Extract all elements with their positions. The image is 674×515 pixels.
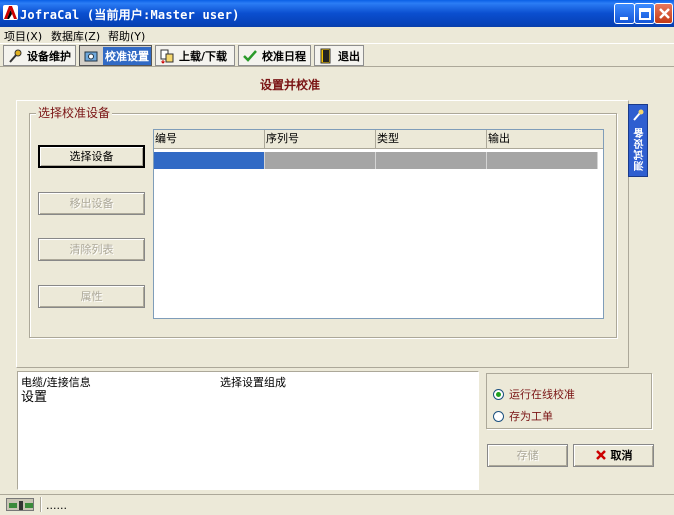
table-cell (265, 152, 376, 169)
radio-selected-icon (493, 388, 504, 400)
radio-unselected-icon (493, 410, 504, 422)
cancel-label: 取消 (610, 449, 633, 462)
toolbar-calibration-schedule-button[interactable]: 校准日程 (238, 45, 311, 66)
upload-download-icon (160, 49, 174, 64)
menu-bar: 项目(X) 数据库(Z) 帮助(Y) (0, 27, 674, 43)
table-cell (376, 152, 487, 169)
menu-project[interactable]: 项目(X) (4, 28, 42, 44)
side-tab-label: 测试设备 (635, 127, 646, 171)
radio-label: 存为工单 (509, 410, 553, 423)
toolbar-exit-button[interactable]: 退出 (314, 45, 364, 66)
window-title: JofraCal (当前用户:Master user) (20, 8, 240, 22)
toolbar-calibration-setup-button[interactable]: 校准设置 (79, 45, 152, 66)
connection-info-box: 电缆/连接信息 选择设置组成 设置 (17, 371, 479, 490)
cancel-button[interactable]: 取消 (573, 444, 654, 467)
calibration-setup-icon (84, 51, 98, 61)
menu-database[interactable]: 数据库(Z) (51, 28, 100, 44)
properties-button[interactable]: 属性 (38, 285, 145, 308)
wrench-icon (633, 109, 644, 121)
toolbar-device-maintenance-button[interactable]: 设备维护 (3, 45, 76, 66)
save-button[interactable]: 存储 (487, 444, 568, 467)
connection-status-icon (6, 498, 34, 511)
exit-door-icon (320, 48, 331, 63)
toolbar-label: 校准设置 (103, 46, 151, 65)
run-online-radio[interactable]: 运行在线校准 (493, 386, 575, 402)
toolbar-upload-download-button[interactable]: 上载/下载 (155, 45, 235, 66)
maximize-button[interactable] (634, 3, 655, 24)
close-x-icon (595, 450, 606, 460)
setup-composition-label: 选择设置组成 (220, 376, 286, 389)
close-button[interactable] (654, 3, 673, 24)
radio-label: 运行在线校准 (509, 388, 575, 401)
column-header-output[interactable]: 输出 (487, 130, 603, 149)
status-bar: ...... (0, 494, 674, 513)
remove-device-button[interactable]: 移出设备 (38, 192, 145, 215)
toolbar-label: 退出 (338, 49, 360, 63)
toolbar: 设备维护 校准设置 上载/下载 校准日程 退出 (0, 43, 674, 67)
save-workorder-radio[interactable]: 存为工单 (493, 408, 553, 424)
wrench-icon (9, 49, 22, 63)
title-bar: JofraCal (当前用户:Master user) (0, 0, 674, 27)
toolbar-label: 上载/下载 (179, 49, 228, 63)
toolbar-label: 设备维护 (27, 49, 71, 63)
device-table[interactable]: 编号 序列号 类型 输出 (153, 129, 604, 319)
calendar-check-icon (243, 49, 257, 62)
toolbar-label: 校准日程 (262, 49, 306, 63)
minimize-button[interactable] (614, 3, 635, 24)
column-header-type[interactable]: 类型 (376, 130, 487, 149)
table-cell (154, 152, 265, 169)
page-title: 设置并校准 (259, 78, 320, 92)
app-logo-icon (3, 5, 18, 20)
table-cell (487, 152, 598, 169)
select-device-button[interactable]: 选择设备 (38, 145, 145, 168)
menu-help[interactable]: 帮助(Y) (108, 28, 145, 44)
setup-value: 设置 (21, 390, 48, 405)
clear-list-button[interactable]: 清除列表 (38, 238, 145, 261)
column-header-serial[interactable]: 序列号 (265, 130, 376, 149)
status-text: ...... (46, 499, 67, 512)
column-header-number[interactable]: 编号 (154, 130, 265, 149)
device-group-legend: 选择校准设备 (36, 104, 113, 121)
status-separator (40, 497, 41, 512)
test-device-side-tab[interactable]: 测试设备 (628, 104, 648, 177)
